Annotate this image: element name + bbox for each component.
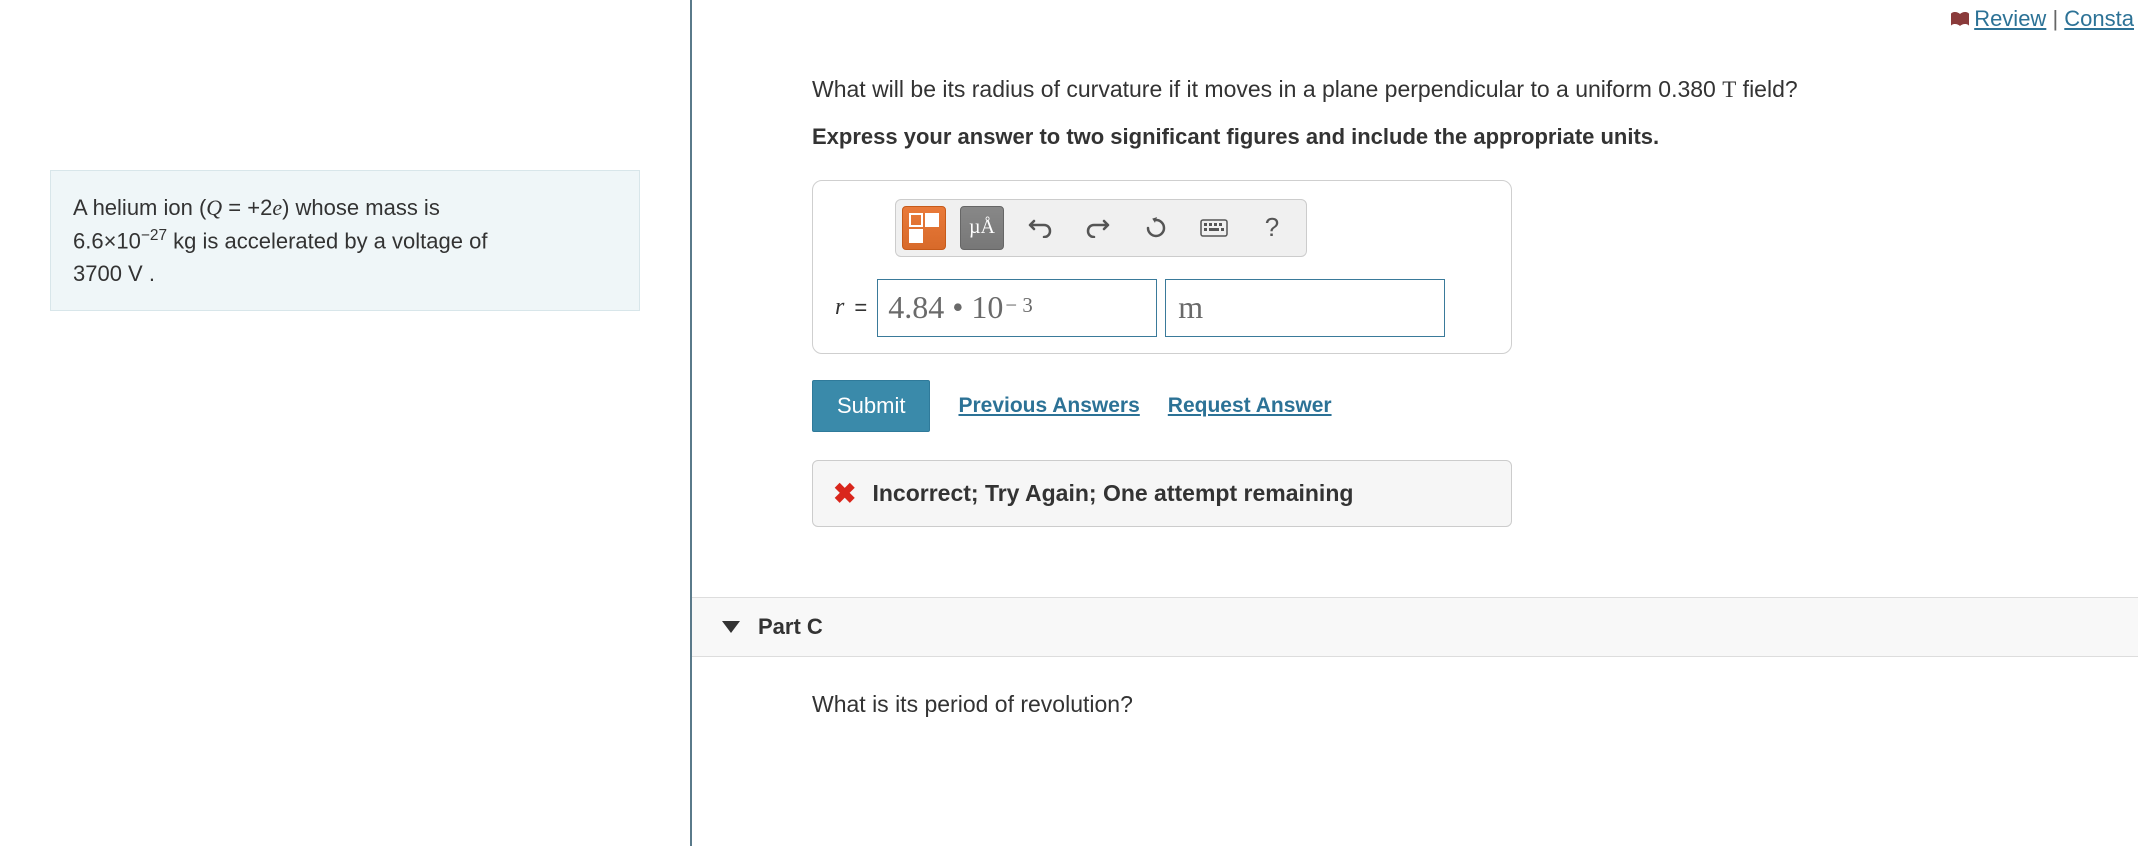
feedback-text: Incorrect; Try Again; One attempt remain… — [872, 480, 1353, 507]
problem-statement: A helium ion (Q = +2e) whose mass is 6.6… — [50, 170, 640, 311]
answer-equals: = — [854, 295, 867, 321]
caret-down-icon — [722, 621, 740, 633]
review-link[interactable]: Review — [1974, 6, 2046, 31]
constants-link[interactable]: Consta — [2064, 6, 2134, 31]
redo-button[interactable] — [1076, 206, 1120, 250]
units-label: µÅ — [969, 216, 995, 239]
question-text: What will be its radius of curvature if … — [812, 72, 2138, 108]
units-button[interactable]: µÅ — [960, 206, 1004, 250]
value-input[interactable]: 4.84 • 10− 3 — [877, 279, 1157, 337]
problem-line2-post: is accelerated by a voltage of — [196, 228, 487, 253]
problem-voltage: 3700 V . — [73, 261, 155, 286]
q-T: T — [1722, 77, 1736, 102]
request-answer-link[interactable]: Request Answer — [1168, 394, 1332, 418]
q-pre: What will be its radius of curvature if … — [812, 76, 1722, 102]
feedback-box: ✖ Incorrect; Try Again; One attempt rema… — [812, 460, 1512, 527]
part-c-question: What is its period of revolution? — [812, 691, 2138, 718]
problem-Q: Q — [206, 195, 222, 220]
answer-toolbar: µÅ ? — [895, 199, 1307, 257]
answer-row: r = 4.84 • 10− 3 m — [835, 279, 1489, 337]
part-c-header[interactable]: Part C — [692, 597, 2138, 657]
undo-button[interactable] — [1018, 206, 1062, 250]
answer-variable: r — [835, 294, 844, 321]
redo-icon — [1086, 218, 1110, 238]
part-c-title: Part C — [758, 614, 823, 640]
problem-mass-exp: −27 — [141, 227, 167, 244]
problem-line1-post: ) whose mass is — [282, 195, 440, 220]
value-main: 4.84 • 10 — [888, 289, 1003, 326]
action-row: Submit Previous Answers Request Answer — [812, 380, 2138, 432]
submit-button[interactable]: Submit — [812, 380, 930, 432]
reset-icon — [1144, 216, 1168, 240]
q-post: field? — [1736, 76, 1797, 102]
top-links: Review | Consta — [692, 0, 2138, 42]
unit-value: m — [1178, 289, 1203, 326]
answer-panel: µÅ ? — [812, 180, 1512, 354]
help-icon: ? — [1265, 212, 1279, 243]
top-sep: | — [2052, 6, 2064, 31]
keyboard-icon — [1200, 219, 1228, 237]
problem-line1-pre: A helium ion ( — [73, 195, 206, 220]
template-button[interactable] — [902, 206, 946, 250]
undo-icon — [1028, 218, 1052, 238]
book-icon — [1950, 12, 1970, 28]
value-exp: − 3 — [1005, 294, 1032, 318]
previous-answers-link[interactable]: Previous Answers — [958, 394, 1139, 418]
template-icon — [909, 213, 939, 243]
problem-mass-unit: kg — [167, 228, 196, 253]
question-instruction: Express your answer to two significant f… — [812, 124, 2138, 150]
problem-e: e — [272, 195, 282, 220]
help-button[interactable]: ? — [1250, 206, 1294, 250]
reset-button[interactable] — [1134, 206, 1178, 250]
problem-mass-val: 6.6×10 — [73, 228, 141, 253]
incorrect-icon: ✖ — [833, 477, 856, 510]
problem-line1-mid: = +2 — [222, 195, 272, 220]
keyboard-button[interactable] — [1192, 206, 1236, 250]
unit-input[interactable]: m — [1165, 279, 1445, 337]
